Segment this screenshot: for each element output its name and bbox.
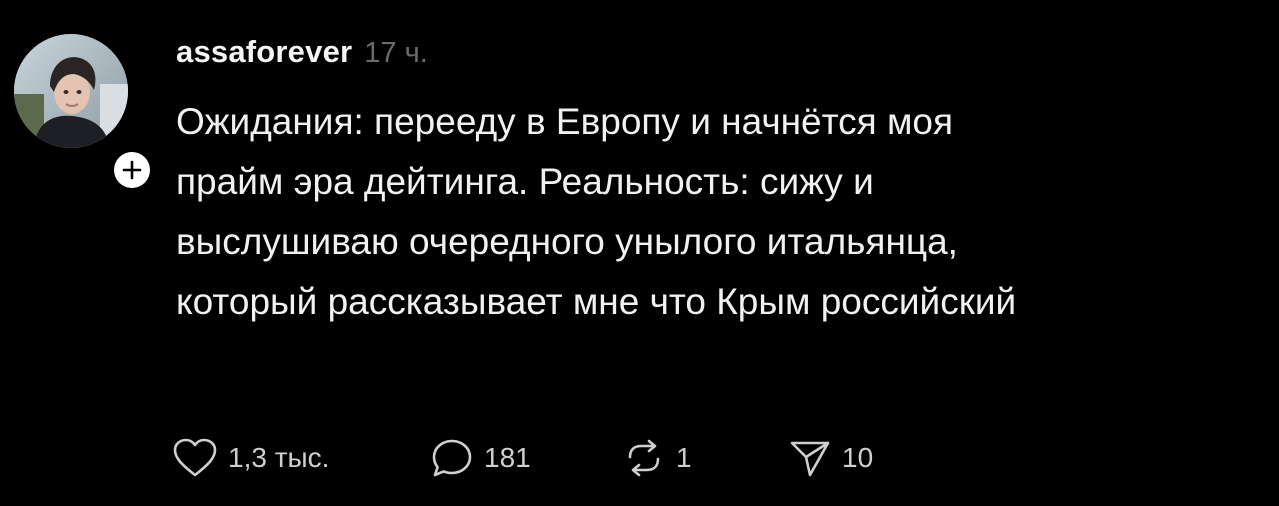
replies-count: 181	[484, 442, 531, 473]
share-button[interactable]: 10	[788, 437, 873, 479]
repost-button[interactable]: 1	[622, 437, 788, 479]
avatar-image	[14, 34, 128, 148]
post-header: assaforever 17 ч.	[176, 34, 1256, 80]
repost-arrows-icon	[628, 439, 660, 477]
avatar[interactable]	[14, 34, 128, 148]
post-text: Ожидания: перееду в Европу и начнётся мо…	[176, 92, 1266, 332]
reply-button[interactable]: 181	[430, 437, 622, 479]
post-time[interactable]: 17 ч.	[364, 37, 427, 70]
heart-icon	[173, 438, 217, 477]
post-actions: 1,3 тыс. 181 1 10	[172, 436, 873, 480]
follow-button[interactable]	[108, 146, 156, 194]
likes-count: 1,3 тыс.	[228, 442, 330, 473]
post-text-line: Ожидания: перееду в Европу и начнётся мо…	[176, 101, 954, 142]
post: assaforever 17 ч. Ожидания: перееду в Ев…	[0, 0, 1279, 506]
follow-badge-circle	[114, 152, 150, 188]
shares-count: 10	[842, 442, 874, 473]
post-text-line: выслушиваю очередного унылого итальянца,	[176, 221, 958, 262]
like-button[interactable]: 1,3 тыс.	[172, 437, 430, 479]
post-text-line: прайм эра дейтинга. Реальность: сижу и	[176, 161, 874, 202]
send-icon	[790, 441, 830, 477]
avatar-container[interactable]	[14, 34, 156, 194]
plus-icon	[122, 160, 142, 180]
comment-bubble-icon	[432, 439, 472, 477]
reposts-count: 1	[676, 442, 692, 473]
post-text-line: который рассказывает мне что Крым россий…	[176, 281, 1017, 322]
username[interactable]: assaforever	[176, 34, 352, 70]
post-content: assaforever 17 ч. Ожидания: перееду в Ев…	[176, 34, 1256, 332]
